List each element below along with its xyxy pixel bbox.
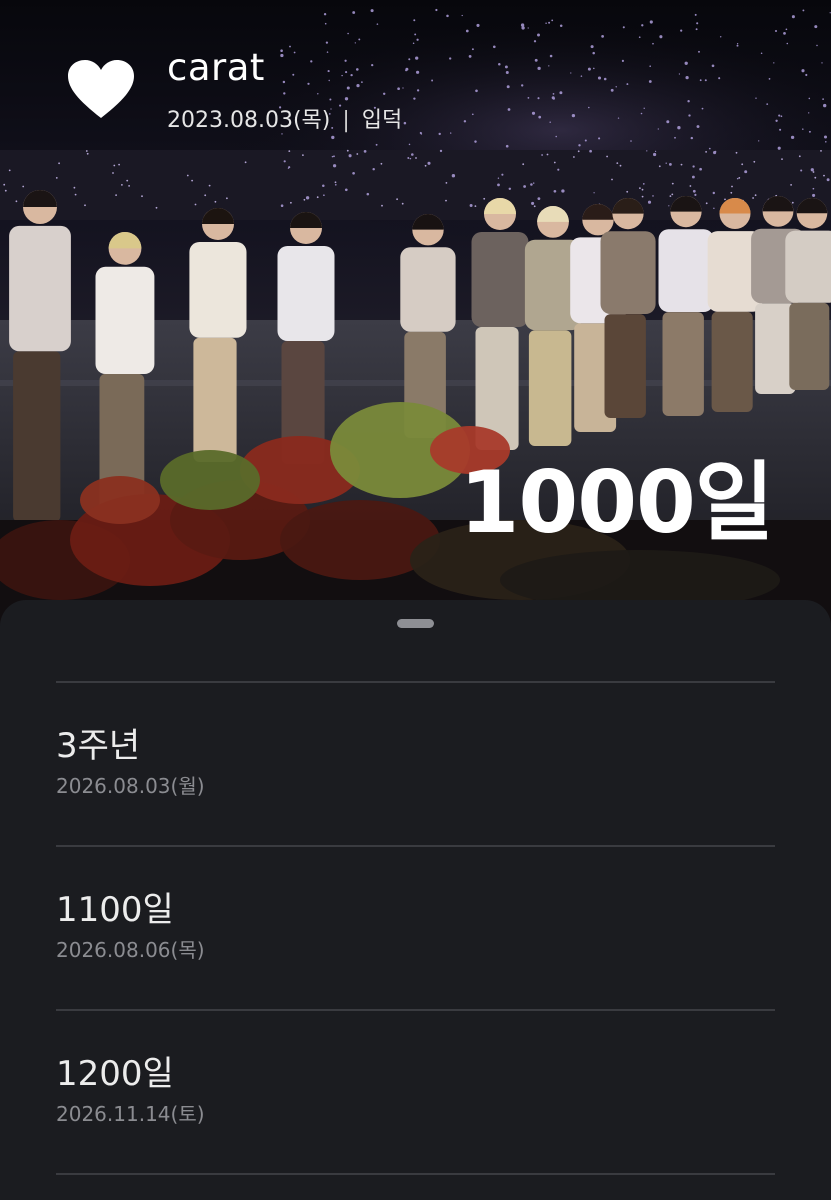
hero-meta: 2023.08.03(목) | 입덕 bbox=[167, 102, 402, 134]
screen: carat 2023.08.03(목) | 입덕 1000일 3주년 2026.08… bbox=[0, 0, 831, 1200]
drag-handle[interactable] bbox=[397, 619, 434, 628]
milestone-title: 3주년 bbox=[56, 726, 141, 766]
milestone-item[interactable]: 1100일 2026.08.06(목) bbox=[56, 890, 205, 962]
divider bbox=[56, 1009, 775, 1011]
day-count: 1000일 bbox=[459, 453, 774, 553]
hero-title: carat bbox=[167, 46, 265, 89]
milestone-title: 1100일 bbox=[56, 890, 174, 930]
milestone-title: 1200일 bbox=[56, 1054, 174, 1094]
milestone-item[interactable]: 3주년 2026.08.03(월) bbox=[56, 726, 205, 798]
milestone-date: 2026.08.03(월) bbox=[56, 774, 205, 798]
milestone-item[interactable]: 1200일 2026.11.14(토) bbox=[56, 1054, 205, 1126]
milestone-date: 2026.11.14(토) bbox=[56, 1102, 205, 1126]
start-tag: 입덕 bbox=[361, 108, 403, 133]
milestone-sheet[interactable]: 3주년 2026.08.03(월) 1100일 2026.08.06(목) 12… bbox=[0, 600, 831, 1200]
hero-photo-area[interactable]: carat 2023.08.03(목) | 입덕 1000일 bbox=[0, 0, 831, 640]
meta-separator: | bbox=[342, 108, 350, 133]
divider bbox=[56, 681, 775, 683]
divider bbox=[56, 1173, 775, 1175]
milestone-date: 2026.08.06(목) bbox=[56, 938, 205, 962]
divider bbox=[56, 845, 775, 847]
heart-icon[interactable] bbox=[66, 58, 136, 120]
start-date: 2023.08.03(목) bbox=[167, 108, 331, 133]
